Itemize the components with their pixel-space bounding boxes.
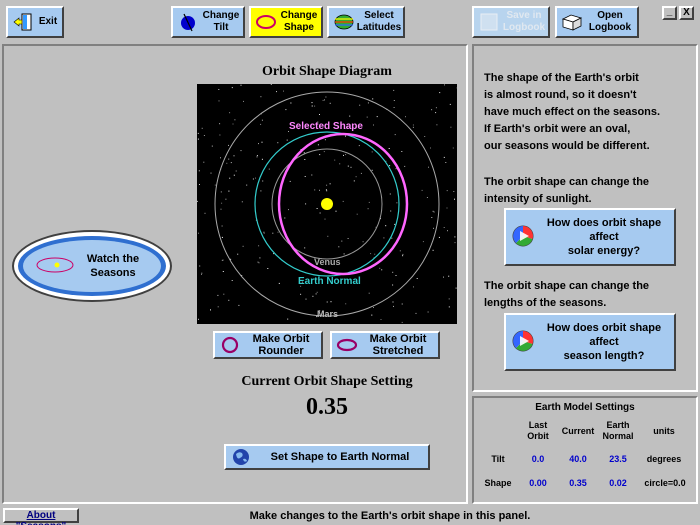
selected-shape-orbit bbox=[277, 132, 409, 276]
col-last-orbit: Last Orbit bbox=[527, 420, 549, 441]
shape-current: 0.35 bbox=[569, 478, 587, 488]
open-logbook-button[interactable]: Open Logbook bbox=[555, 6, 639, 38]
tilt-last: 0.0 bbox=[531, 454, 545, 464]
change-tilt-button[interactable]: Change Tilt bbox=[171, 6, 245, 38]
select-latitudes-label: Select Latitudes bbox=[356, 10, 402, 33]
change-shape-label: Change Shape bbox=[280, 10, 318, 33]
mini-orbit-icon bbox=[35, 255, 75, 278]
info-paragraph-2: The orbit shape can change the intensity… bbox=[484, 176, 650, 205]
latitude-globe-icon bbox=[333, 11, 355, 33]
round-orbit-icon bbox=[219, 334, 241, 356]
info-paragraph-1: The shape of the Earth's orbit is almost… bbox=[484, 72, 661, 152]
shape-units: circle=0.0 bbox=[644, 478, 686, 488]
globe-icon bbox=[230, 446, 252, 468]
col-current: Current bbox=[561, 426, 595, 436]
orbits-svg bbox=[214, 91, 440, 317]
selected-shape-label: Selected Shape bbox=[289, 121, 363, 132]
about-label: About "Seasons" bbox=[16, 510, 67, 525]
open-logbook-label: Open Logbook bbox=[588, 10, 632, 33]
tilt-normal: 23.5 bbox=[609, 454, 627, 464]
about-button[interactable]: About "Seasons" bbox=[3, 508, 79, 525]
season-length-label: How does orbit shape affect season lengt… bbox=[546, 322, 662, 362]
minimize-button[interactable]: _ bbox=[662, 6, 677, 20]
col-earth-normal: Earth Normal bbox=[602, 420, 634, 441]
exit-button[interactable]: Exit bbox=[6, 6, 64, 38]
watch-seasons-button[interactable]: Watch the Seasons bbox=[12, 230, 172, 302]
current-setting-heading: Current Orbit Shape Setting bbox=[241, 374, 413, 389]
current-setting-value: 0.35 bbox=[306, 394, 348, 420]
make-stretched-label: Make Orbit Stretched bbox=[369, 333, 427, 357]
solar-energy-button[interactable]: How does orbit shape affect solar energy… bbox=[504, 208, 676, 266]
row-shape-label: Shape bbox=[484, 478, 512, 488]
change-tilt-label: Change Tilt bbox=[202, 10, 240, 33]
exit-label: Exit bbox=[38, 16, 58, 27]
orbit-diagram: Selected Shape Venus Earth Normal Mars bbox=[197, 84, 457, 324]
tilted-globe-icon bbox=[177, 11, 199, 33]
make-stretched-button[interactable]: Make Orbit Stretched bbox=[330, 331, 440, 359]
tilt-units: degrees bbox=[646, 454, 682, 464]
save-logbook-button[interactable]: Save in Logbook bbox=[472, 6, 550, 38]
info-paragraph-3: The orbit shape can change the lengths o… bbox=[484, 280, 650, 309]
tilt-current: 40.0 bbox=[569, 454, 587, 464]
shape-normal: 0.02 bbox=[609, 478, 627, 488]
minimize-icon: _ bbox=[666, 6, 673, 17]
settings-title: Earth Model Settings bbox=[535, 402, 635, 413]
col-units: units bbox=[653, 426, 675, 436]
logbook-icon bbox=[561, 11, 583, 33]
status-message: Make changes to the Earth's orbit shape … bbox=[249, 510, 531, 522]
venus-label: Venus bbox=[314, 257, 341, 267]
select-latitudes-button[interactable]: Select Latitudes bbox=[327, 6, 405, 38]
stretched-orbit-icon bbox=[336, 334, 358, 356]
play-icon bbox=[512, 225, 534, 250]
diagram-title: Orbit Shape Diagram bbox=[262, 64, 392, 79]
make-rounder-button[interactable]: Make Orbit Rounder bbox=[213, 331, 323, 359]
shape-last: 0.00 bbox=[529, 478, 547, 488]
solar-energy-label: How does orbit shape affect solar energy… bbox=[546, 217, 662, 257]
ellipse-orbit-icon bbox=[255, 11, 277, 33]
save-icon bbox=[478, 11, 500, 33]
close-icon: X bbox=[683, 7, 690, 18]
save-logbook-label: Save in Logbook bbox=[502, 10, 546, 33]
close-button[interactable]: X bbox=[679, 6, 694, 20]
exit-door-icon bbox=[12, 11, 34, 33]
season-length-button[interactable]: How does orbit shape affect season lengt… bbox=[504, 313, 676, 371]
make-rounder-label: Make Orbit Rounder bbox=[252, 333, 310, 357]
play-icon bbox=[512, 330, 534, 355]
change-shape-button[interactable]: Change Shape bbox=[249, 6, 323, 38]
set-earth-normal-label: Set Shape to Earth Normal bbox=[270, 451, 410, 463]
row-tilt-label: Tilt bbox=[491, 454, 505, 464]
earth-normal-label: Earth Normal bbox=[298, 276, 361, 287]
watch-seasons-label: Watch the Seasons bbox=[86, 253, 140, 279]
sun bbox=[321, 198, 333, 210]
mars-label: Mars bbox=[317, 309, 339, 319]
set-earth-normal-button[interactable]: Set Shape to Earth Normal bbox=[224, 444, 430, 470]
